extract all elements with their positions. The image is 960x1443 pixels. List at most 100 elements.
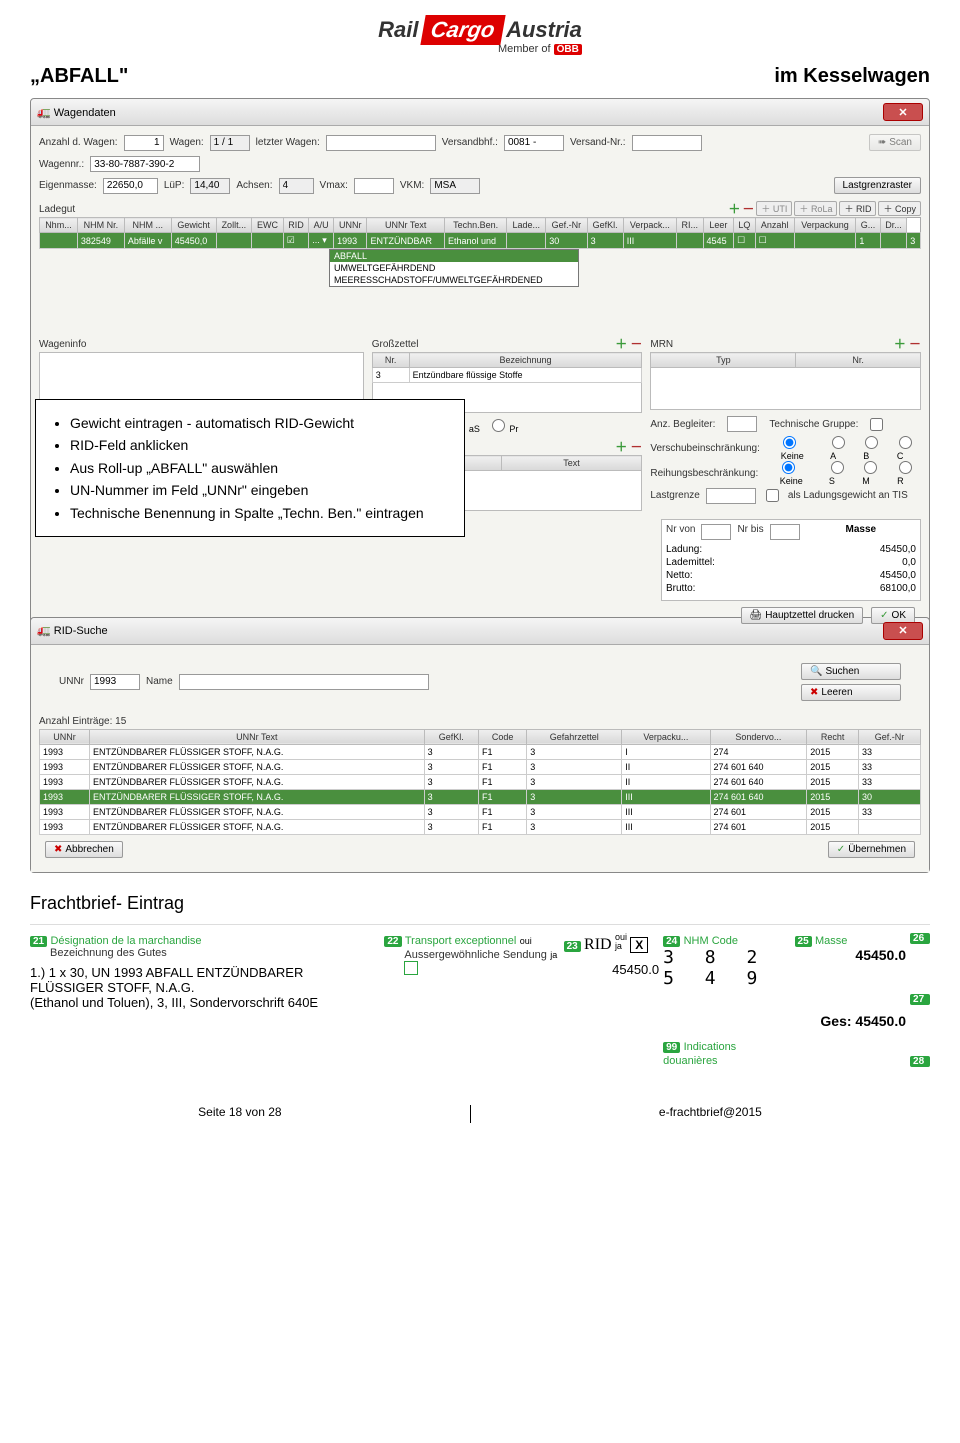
- reihung-s[interactable]: S: [829, 461, 852, 486]
- leeren-button[interactable]: ✖ Leeren: [801, 684, 901, 701]
- remove-icon[interactable]: －: [630, 440, 642, 454]
- field-28-badge: 28: [910, 1056, 930, 1067]
- footer-email: e-frachtbrief@2015: [659, 1105, 762, 1123]
- logo-austria: Austria: [506, 17, 582, 43]
- verschub-c[interactable]: C: [897, 436, 921, 461]
- add-icon[interactable]: ＋: [615, 440, 627, 454]
- frachtbrief-line2: (Ethanol und Toluen), 3, III, Sondervors…: [30, 995, 380, 1010]
- add-icon[interactable]: ＋: [728, 200, 740, 217]
- eigenmasse-label: Eigenmasse:: [39, 180, 97, 191]
- table-row[interactable]: 1993ENTZÜNDBARER FLÜSSIGER STOFF, N.A.G.…: [40, 744, 921, 759]
- anz-begleiter-input[interactable]: [727, 416, 757, 432]
- obb-icon: ÖBB: [554, 44, 582, 55]
- window-icon: 🚛: [37, 625, 51, 637]
- add-icon[interactable]: ＋: [894, 337, 906, 351]
- ladegut-row[interactable]: 382549Abfälle v45450,0☑... ▾1993ENTZÜNDB…: [40, 233, 921, 249]
- dropdown-option[interactable]: ABFALL: [330, 250, 578, 262]
- lademittel-label: Lademittel:: [666, 557, 715, 568]
- window-title: RID-Suche: [54, 625, 108, 637]
- frachtbrief-heading: Frachtbrief- Eintrag: [30, 893, 930, 914]
- remove-icon[interactable]: －: [909, 337, 921, 351]
- table-row[interactable]: 3Entzündbare flüssige Stoffe: [372, 368, 642, 383]
- tech-gruppe-label: Technische Gruppe:: [769, 419, 858, 430]
- abfall-dropdown[interactable]: ABFALL UMWELTGEFÄHRDEND MEERESSCHADSTOFF…: [329, 249, 579, 287]
- tech-gruppe-checkbox[interactable]: [870, 418, 883, 431]
- wagennr-input[interactable]: [90, 156, 200, 172]
- anz-begleiter-label: Anz. Begleiter:: [650, 419, 715, 430]
- nhm-code: 3 8 2 5 4 9: [663, 947, 790, 989]
- reihung-keine[interactable]: Keine: [780, 461, 819, 486]
- nrvon-input[interactable]: [701, 524, 731, 540]
- rid-x-box: X: [630, 937, 648, 953]
- reihung-label: Reihungsbeschränkung:: [650, 468, 769, 479]
- masse-panel: Nr von Nr bis Masse Ladung:45450,0 Ladem…: [661, 519, 921, 601]
- tis-checkbox[interactable]: [766, 489, 779, 502]
- reihung-m[interactable]: M: [862, 461, 887, 486]
- wagennr-label: Wagennr.:: [39, 159, 84, 170]
- letzter-wagen-input[interactable]: [326, 135, 436, 151]
- remove-icon[interactable]: －: [630, 337, 642, 351]
- add-icon[interactable]: ＋: [615, 337, 627, 351]
- unnr-input[interactable]: [90, 674, 140, 690]
- scan-button[interactable]: ➠ Scan: [869, 134, 921, 151]
- line1-mass: 45450.0: [564, 962, 660, 977]
- rid-results-table: UNNrUNNr TextGefKl.CodeGefahrzettelVerpa…: [39, 729, 921, 835]
- dropdown-option[interactable]: UMWELTGEFÄHRDEND: [330, 262, 578, 274]
- verschub-keine[interactable]: Keine: [781, 436, 820, 461]
- lastgrenze-input[interactable]: [706, 488, 756, 504]
- grosszettel-table: Nr.Bezeichnung 3Entzündbare flüssige Sto…: [372, 352, 643, 383]
- copy-button[interactable]: ＋ Copy: [878, 201, 921, 216]
- achsen-label: Achsen:: [236, 180, 272, 191]
- pr-radio[interactable]: Pr: [490, 419, 519, 434]
- table-row[interactable]: 1993ENTZÜNDBARER FLÜSSIGER STOFF, N.A.G.…: [40, 819, 921, 834]
- uebernehmen-button[interactable]: ✓ Übernehmen: [828, 841, 915, 858]
- mrn-label: MRN: [650, 339, 673, 350]
- netto-value: 45450,0: [856, 570, 916, 581]
- window-icon: 🚛: [37, 107, 51, 119]
- table-row[interactable]: 1993ENTZÜNDBARER FLÜSSIGER STOFF, N.A.G.…: [40, 774, 921, 789]
- abbrechen-button[interactable]: ✖ Abbrechen: [45, 841, 123, 858]
- header-right: im Kesselwagen: [774, 65, 930, 88]
- nrbis-input[interactable]: [770, 524, 800, 540]
- uti-button[interactable]: ＋ UTI: [756, 201, 792, 216]
- ladegut-table: Nhm...NHM Nr.NHM ...GewichtZollt...EWCRI…: [39, 217, 921, 249]
- ladung-label: Ladung:: [666, 544, 702, 555]
- suchen-button[interactable]: 🔍 Suchen: [801, 663, 901, 680]
- table-row[interactable]: 1993ENTZÜNDBARER FLÜSSIGER STOFF, N.A.G.…: [40, 789, 921, 804]
- ges-label: Ges:: [820, 1013, 851, 1029]
- verschub-a[interactable]: A: [830, 436, 853, 461]
- lastgrenzraster-button[interactable]: Lastgrenzraster: [834, 177, 921, 194]
- ladegut-label: Ladegut: [39, 204, 75, 215]
- vmax-input[interactable]: [354, 178, 394, 194]
- reihung-r[interactable]: R: [897, 461, 921, 486]
- versandnr-input[interactable]: [632, 135, 702, 151]
- vmax-label: Vmax:: [320, 180, 348, 191]
- versandbhf-input[interactable]: [504, 135, 564, 151]
- brutto-label: Brutto:: [666, 583, 695, 594]
- netto-label: Netto:: [666, 570, 693, 581]
- eigenmasse-input[interactable]: [103, 178, 158, 194]
- versandbhf-label: Versandbhf.:: [442, 137, 498, 148]
- wageninfo-label: Wageninfo: [39, 339, 364, 350]
- rid-label: RID: [584, 936, 612, 953]
- grosszettel-label: Großzettel: [372, 339, 419, 350]
- tis-label: als Ladungsgewicht an TIS: [788, 490, 908, 501]
- table-row[interactable]: 1993ENTZÜNDBARER FLÜSSIGER STOFF, N.A.G.…: [40, 759, 921, 774]
- anzahl-wagen-input[interactable]: [124, 135, 164, 151]
- verschub-b[interactable]: B: [863, 436, 887, 461]
- close-button[interactable]: ✕: [883, 103, 923, 121]
- rola-button[interactable]: ＋ RoLa: [794, 201, 837, 216]
- table-row[interactable]: 1993ENTZÜNDBARER FLÜSSIGER STOFF, N.A.G.…: [40, 804, 921, 819]
- wagen-value: 1 / 1: [210, 135, 250, 151]
- remove-icon[interactable]: －: [742, 200, 754, 217]
- rid-button[interactable]: ＋ RID: [839, 201, 876, 216]
- header-left: „ABFALL": [30, 65, 128, 88]
- masse-label: Masse: [806, 524, 916, 540]
- dropdown-option[interactable]: MEERESSCHADSTOFF/UMWELTGEFÄHRDENED: [330, 274, 578, 286]
- close-button[interactable]: ✕: [883, 622, 923, 640]
- hauptzettel-button[interactable]: 🖨 Hauptzettel drucken: [741, 607, 864, 624]
- name-input[interactable]: [179, 674, 429, 690]
- window-title: Wagendaten: [54, 107, 116, 119]
- verschub-label: Verschubeinschränkung:: [650, 443, 770, 454]
- field-27-badge: 27: [910, 994, 930, 1005]
